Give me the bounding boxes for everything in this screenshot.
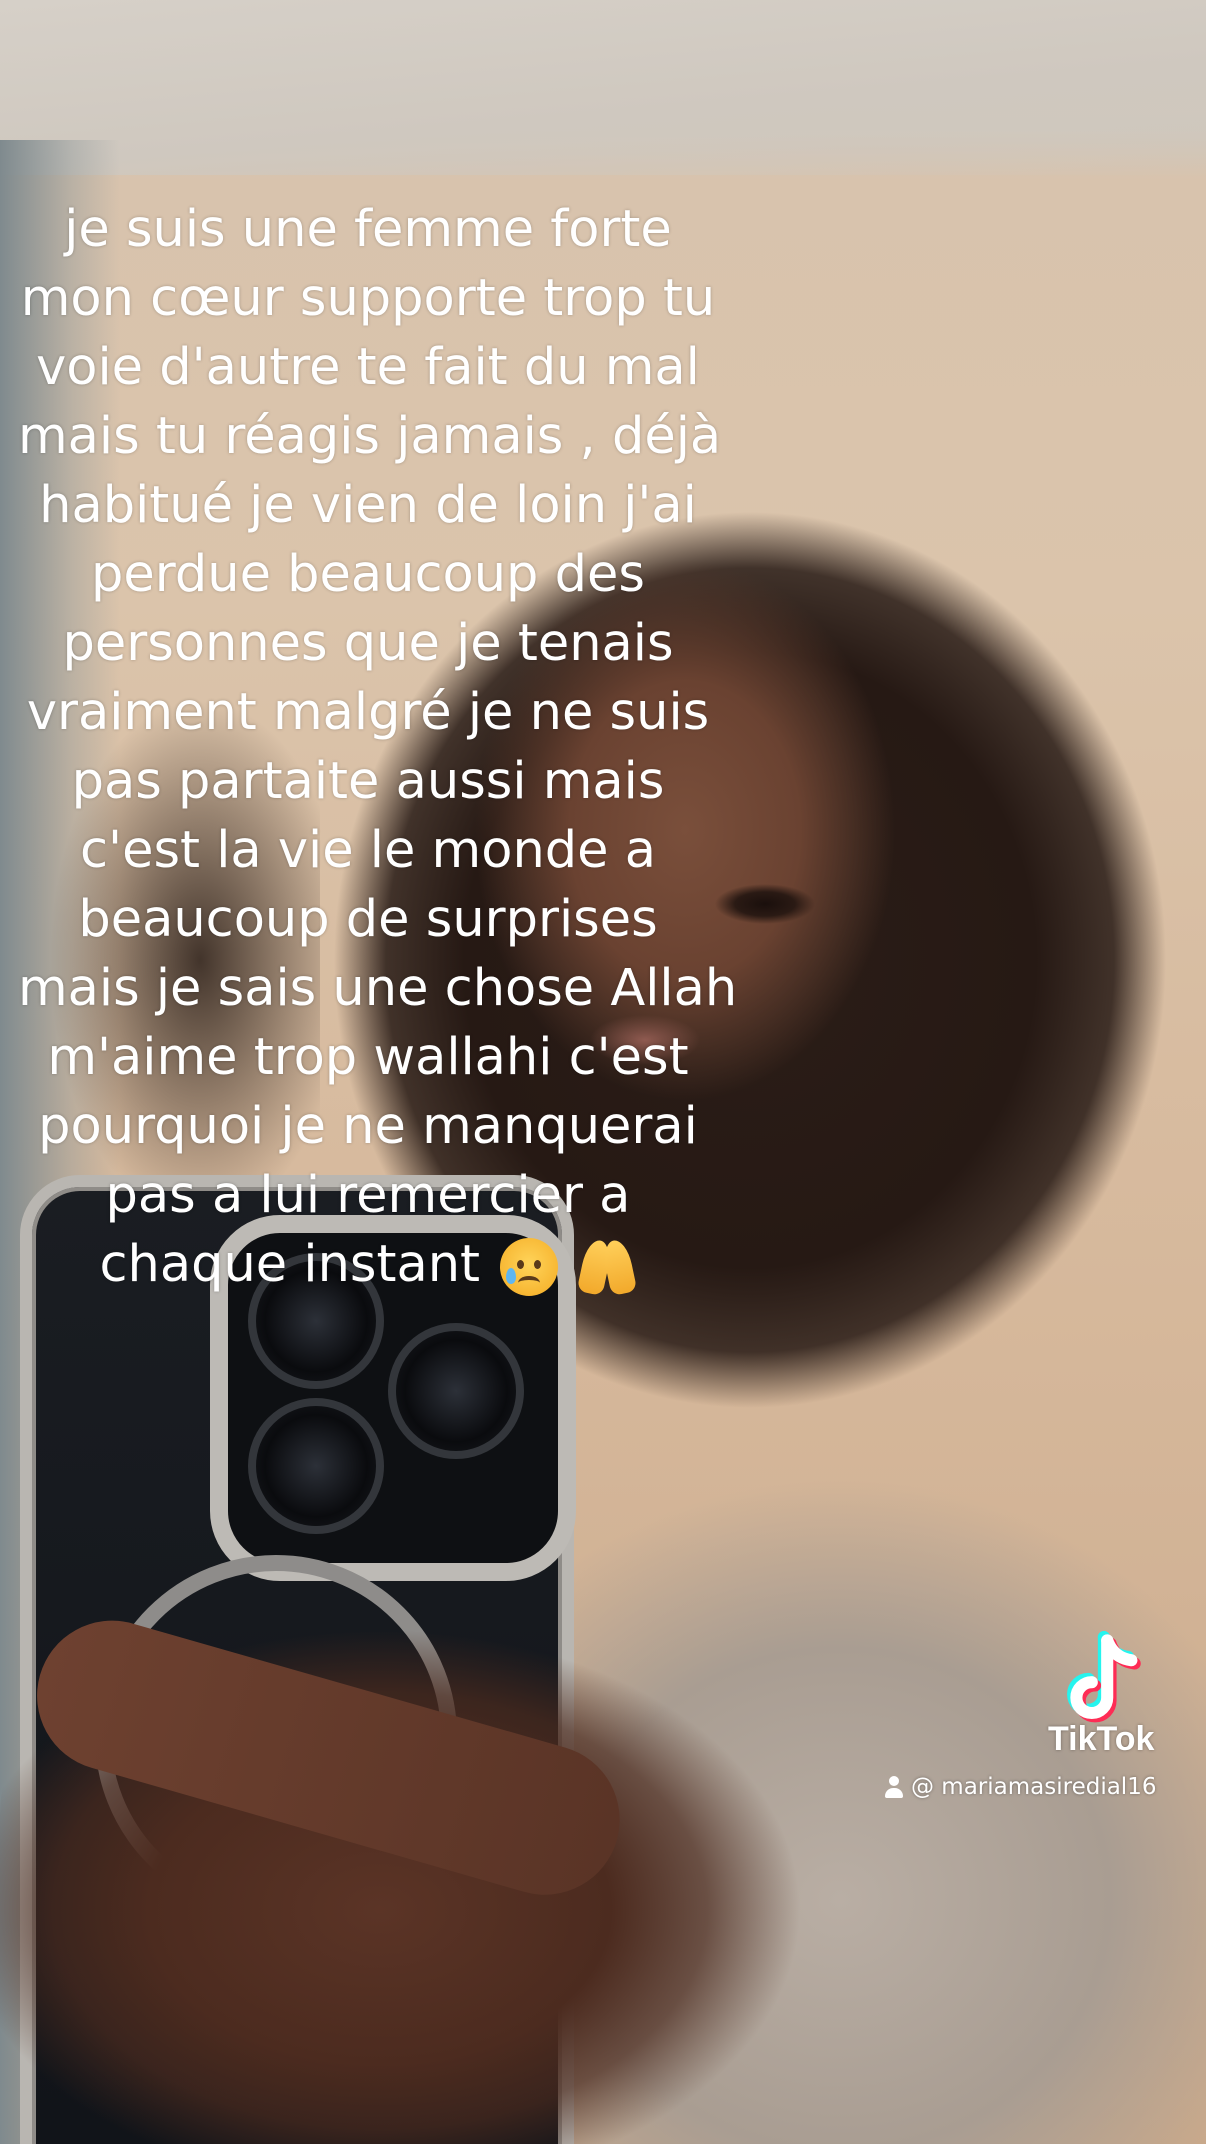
photo-frame: je suis une femme forte mon cœur support… [0,0,1206,2144]
ceiling [0,0,1206,175]
caption-line: pourquoi je ne manquerai [38,1097,698,1156]
creator-handle: @ mariamasiredial16 [883,1774,1156,1800]
caption-line: mais je sais une chose Allah [18,959,738,1018]
caption-line: personnes que je tenais [62,614,674,673]
folded-hands-emoji [577,1237,638,1297]
camera-lens [248,1398,384,1534]
sad-relieved-face-emoji [500,1238,559,1296]
caption-line: vraiment malgré je ne suis [26,683,710,742]
caption-text: je suis une femme forte mon cœur support… [18,195,738,1299]
caption-line: beaucoup de surprises [78,890,658,949]
caption-line: pas a lui remercier a [105,1166,631,1225]
tiktok-brand-label: TikTok [1048,1720,1155,1758]
tiktok-logo-icon [1067,1631,1141,1723]
caption-last-line: chaque instant [18,1230,718,1299]
camera-lens [388,1323,524,1459]
user-icon [883,1775,905,1799]
caption-line: c'est la vie le monde a [80,821,656,880]
caption-line: voie d'autre te fait du mal [36,338,700,397]
caption-line: je suis une femme forte [64,200,672,259]
caption-line: pas partaite aussi mais [71,752,665,811]
caption-line: chaque instant [99,1235,481,1294]
caption-line: perdue beaucoup des [91,545,645,604]
creator-handle-text: @ mariamasiredial16 [911,1774,1157,1800]
caption-line: m'aime trop wallahi c'est [47,1028,689,1087]
caption-line: habitué je vien de loin j'ai [39,476,697,535]
caption-line: mon cœur supporte trop tu [20,269,716,328]
eye [710,880,820,928]
caption-line: mais tu réagis jamais , déjà [18,407,722,466]
